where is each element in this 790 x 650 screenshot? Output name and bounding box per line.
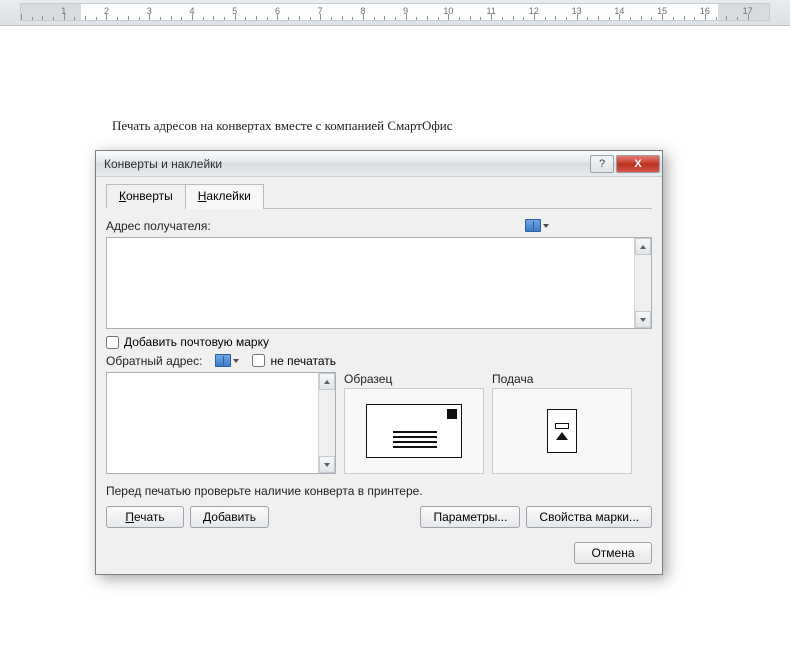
return-address-row: Обратный адрес: не печатать bbox=[106, 352, 652, 369]
tab-labels[interactable]: Наклейки bbox=[185, 184, 264, 209]
return-scrollbar[interactable] bbox=[318, 373, 335, 473]
feed-label: Подача bbox=[492, 372, 632, 386]
feed-panel: Подача bbox=[492, 372, 632, 474]
print-instruction: Перед печатью проверьте наличие конверта… bbox=[106, 484, 652, 498]
postage-properties-button[interactable]: Свойства марки... bbox=[526, 506, 652, 528]
envelope-preview-icon bbox=[366, 404, 462, 458]
ruler-number: 2 bbox=[104, 6, 109, 16]
recipient-label: Адрес получателя: bbox=[106, 219, 211, 233]
close-button[interactable]: X bbox=[616, 155, 660, 173]
arrow-up-icon bbox=[640, 245, 646, 249]
sample-panel: Образец bbox=[344, 372, 484, 474]
addressbook-icon bbox=[525, 219, 541, 232]
dialog-titlebar[interactable]: Конверты и наклейки ? X bbox=[96, 151, 662, 177]
omit-return-checkbox-label[interactable]: не печатать bbox=[252, 354, 336, 368]
addressbook-icon bbox=[215, 354, 231, 367]
ruler-number: 12 bbox=[529, 6, 539, 16]
options-button[interactable]: Параметры... bbox=[420, 506, 520, 528]
ruler-number: 9 bbox=[403, 6, 408, 16]
add-postage-checkbox-label[interactable]: Добавить почтовую марку bbox=[106, 335, 269, 349]
dialog-body: Конверты Наклейки Адрес получателя: bbox=[96, 177, 662, 574]
ruler-number: 7 bbox=[318, 6, 323, 16]
sample-label: Образец bbox=[344, 372, 484, 386]
ruler-number: 6 bbox=[275, 6, 280, 16]
scroll-up-button[interactable] bbox=[635, 238, 651, 255]
ruler-number: 1 bbox=[61, 6, 66, 16]
scroll-up-button[interactable] bbox=[319, 373, 335, 390]
dialog-title: Конверты и наклейки bbox=[104, 157, 588, 171]
add-postage-checkbox[interactable] bbox=[106, 336, 119, 349]
ruler-container: 1234567891011121314151617 bbox=[0, 0, 790, 26]
add-button[interactable]: Добавить bbox=[190, 506, 269, 528]
arrow-up-icon bbox=[324, 380, 330, 384]
recipient-address-field-wrap bbox=[106, 237, 652, 329]
cancel-button[interactable]: Отмена bbox=[574, 542, 652, 564]
lower-panels: Образец Подача bbox=[106, 372, 652, 474]
ruler-number: 5 bbox=[232, 6, 237, 16]
ruler-number: 13 bbox=[572, 6, 582, 16]
close-icon: X bbox=[634, 158, 641, 170]
recipient-label-row: Адрес получателя: bbox=[106, 217, 652, 234]
chevron-down-icon bbox=[543, 224, 549, 228]
document-body-text[interactable]: Печать адресов на конвертах вместе с ком… bbox=[112, 118, 453, 134]
chevron-down-icon bbox=[233, 359, 239, 363]
add-postage-row: Добавить почтовую марку bbox=[106, 335, 652, 349]
add-postage-text: Добавить почтовую марку bbox=[124, 335, 269, 349]
dialog-footer: Отмена bbox=[106, 542, 652, 564]
action-buttons: Печать Добавить Параметры... Свойства ма… bbox=[106, 506, 652, 528]
ruler-number: 17 bbox=[743, 6, 753, 16]
scroll-down-button[interactable] bbox=[635, 311, 651, 328]
return-address-field[interactable] bbox=[107, 373, 318, 473]
ruler-number: 15 bbox=[657, 6, 667, 16]
ruler-number: 3 bbox=[147, 6, 152, 16]
ruler-number: 10 bbox=[443, 6, 453, 16]
help-button[interactable]: ? bbox=[590, 155, 614, 173]
tabs: Конверты Наклейки bbox=[106, 183, 652, 209]
tab-envelopes[interactable]: Конверты bbox=[106, 184, 186, 209]
return-address-field-wrap bbox=[106, 372, 336, 474]
sample-preview[interactable] bbox=[344, 388, 484, 474]
arrow-down-icon bbox=[640, 318, 646, 322]
scroll-track[interactable] bbox=[319, 390, 335, 456]
ruler-number: 4 bbox=[189, 6, 194, 16]
feed-orientation-icon bbox=[547, 409, 577, 453]
feed-preview[interactable] bbox=[492, 388, 632, 474]
ruler-left-margin bbox=[21, 4, 81, 20]
omit-return-text: не печатать bbox=[270, 354, 336, 368]
recipient-addressbook-button[interactable] bbox=[522, 217, 552, 234]
ruler-number: 11 bbox=[486, 6, 495, 16]
recipient-address-field[interactable] bbox=[107, 238, 634, 328]
scroll-down-button[interactable] bbox=[319, 456, 335, 473]
help-icon: ? bbox=[599, 158, 605, 170]
ruler-number: 14 bbox=[614, 6, 624, 16]
return-address-label: Обратный адрес: bbox=[106, 354, 202, 368]
print-button[interactable]: Печать bbox=[106, 506, 184, 528]
recipient-scrollbar[interactable] bbox=[634, 238, 651, 328]
ruler-number: 16 bbox=[700, 6, 710, 16]
arrow-down-icon bbox=[324, 463, 330, 467]
ruler-number: 8 bbox=[360, 6, 365, 16]
omit-return-checkbox[interactable] bbox=[252, 354, 265, 367]
return-addressbook-button[interactable] bbox=[212, 352, 242, 369]
scroll-track[interactable] bbox=[635, 255, 651, 311]
horizontal-ruler[interactable]: 1234567891011121314151617 bbox=[20, 3, 770, 21]
envelopes-dialog: Конверты и наклейки ? X Конверты Наклейк… bbox=[95, 150, 663, 575]
